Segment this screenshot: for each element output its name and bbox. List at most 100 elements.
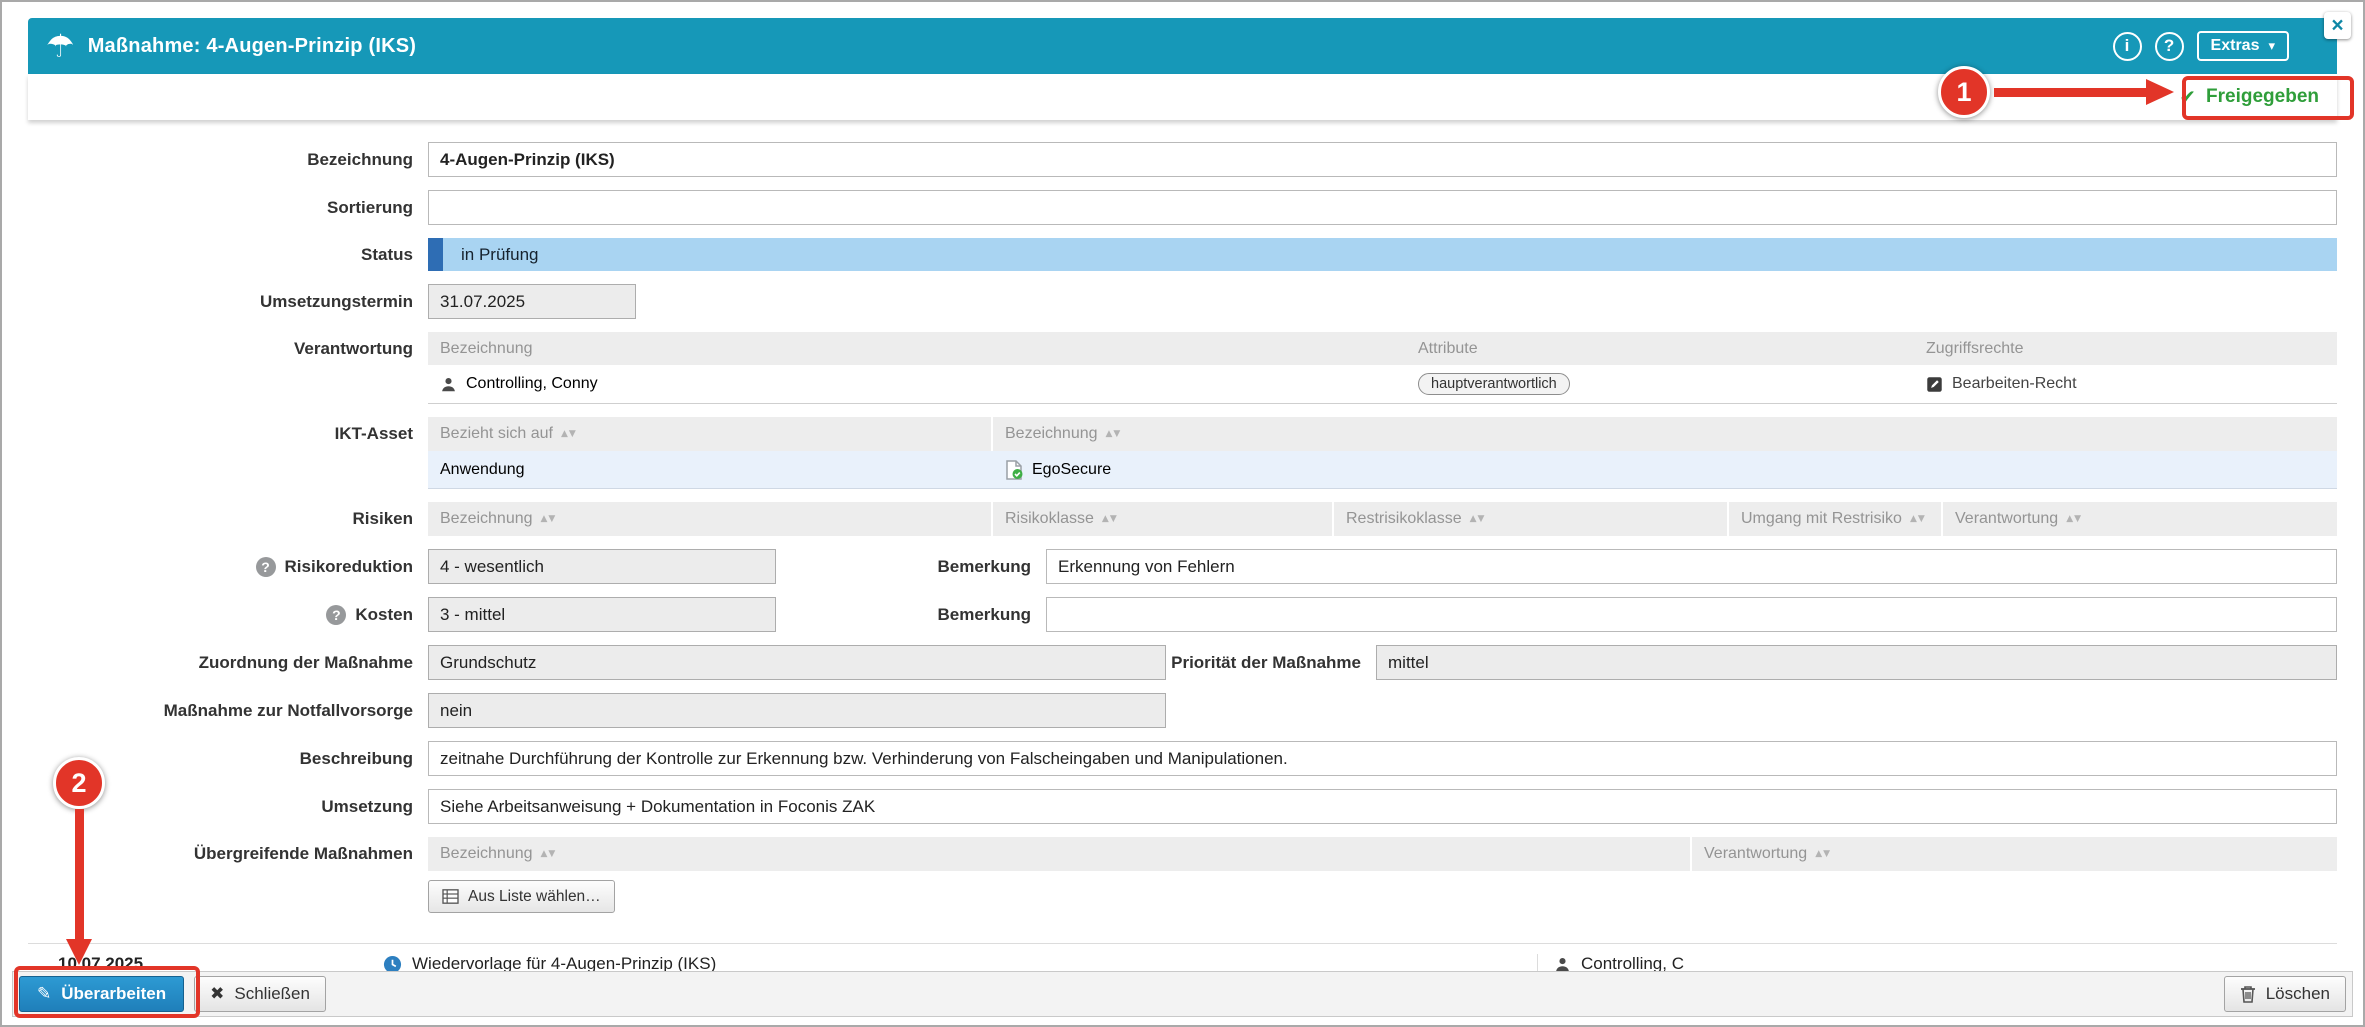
person-icon: [1554, 956, 1571, 973]
pencil-icon: ✎: [37, 984, 51, 1004]
kosten-label: Kosten: [355, 605, 413, 625]
column-header-label: Attribute: [1418, 340, 1478, 358]
risikoreduktion-bemerkung-label: Bemerkung: [776, 557, 1046, 577]
status-badge: ✔ Freigegeben: [2179, 85, 2319, 109]
column-header-bezeichnung[interactable]: Bezeichnung: [428, 332, 1406, 365]
kosten-help-icon[interactable]: ?: [326, 605, 346, 625]
sort-icon: ▲▼: [1815, 849, 1831, 859]
ikt-asset-label: IKT-Asset: [28, 417, 428, 444]
column-header-label: Restrisikoklasse: [1346, 510, 1462, 528]
sortierung-label: Sortierung: [28, 198, 428, 218]
umsetzung-field[interactable]: Siehe Arbeitsanweisung + Dokumentation i…: [428, 789, 2337, 824]
choose-from-list-label: Aus Liste wählen…: [468, 888, 601, 906]
ikt-asset-row[interactable]: Anwendung EgoSecure: [428, 451, 2337, 489]
form-row-umsetzung: Umsetzung Siehe Arbeitsanweisung + Dokum…: [28, 789, 2337, 824]
column-header-label: Bezeichnung: [440, 340, 533, 358]
umsetzungstermin-field[interactable]: 31.07.2025: [428, 284, 636, 319]
list-icon: [442, 889, 459, 904]
form-row-risikoreduktion: ? Risikoreduktion 4 - wesentlich Bemerku…: [28, 549, 2337, 584]
attribute-cell: hauptverantwortlich: [1406, 373, 1914, 395]
bezeichnung-field[interactable]: 4-Augen-Prinzip (IKS): [428, 142, 2337, 177]
status-field[interactable]: in Prüfung: [428, 238, 2337, 271]
dialog-title: Maßnahme: 4-Augen-Prinzip (IKS): [88, 35, 416, 58]
responsible-person-name: Controlling, Conny: [466, 375, 598, 393]
access-right-label: Bearbeiten-Recht: [1952, 375, 2077, 393]
notfallvorsorge-label: Maßnahme zur Notfallvorsorge: [28, 701, 428, 721]
form-row-bezeichnung: Bezeichnung 4-Augen-Prinzip (IKS): [28, 142, 2337, 177]
ikt-asset-name: EgoSecure: [1032, 461, 1111, 479]
schliessen-button[interactable]: ✖ Schließen: [194, 976, 326, 1012]
kosten-label-wrap: ? Kosten: [28, 605, 428, 625]
extras-label: Extras: [2211, 37, 2260, 55]
help-button[interactable]: ?: [2155, 32, 2184, 61]
column-header-bezieht-sich-auf[interactable]: Bezieht sich auf ▲▼: [428, 417, 993, 451]
ueberarbeiten-label: Überarbeiten: [61, 984, 166, 1004]
titlebar-actions: i ? Extras ▾: [2113, 31, 2289, 61]
sort-icon: ▲▼: [561, 429, 577, 439]
risikoreduktion-help-icon[interactable]: ?: [256, 557, 276, 577]
extras-button[interactable]: Extras ▾: [2197, 31, 2289, 61]
uebergreifend-label: Übergreifende Maßnahmen: [28, 837, 428, 864]
info-icon: i: [2125, 36, 2130, 56]
column-header-risiko-bezeichnung[interactable]: Bezeichnung▲▼: [428, 502, 993, 536]
ueberarbeiten-button[interactable]: ✎ Überarbeiten: [19, 976, 184, 1012]
prioritaet-label: Priorität der Maßnahme: [1166, 653, 1376, 673]
info-button[interactable]: i: [2113, 32, 2142, 61]
column-header-ueb-bezeichnung[interactable]: Bezeichnung▲▼: [428, 837, 1692, 871]
umsetzung-label: Umsetzung: [28, 797, 428, 817]
notfallvorsorge-field[interactable]: nein: [428, 693, 1166, 728]
sort-icon: ▲▼: [2066, 514, 2082, 524]
sort-icon: ▲▼: [1102, 514, 1118, 524]
risiken-label: Risiken: [28, 502, 428, 529]
column-header-label: Bezieht sich auf: [440, 425, 553, 443]
choose-from-list-button[interactable]: Aus Liste wählen…: [428, 880, 615, 913]
kosten-bemerkung-label: Bemerkung: [776, 605, 1046, 625]
verantwortung-row[interactable]: Controlling, Conny hauptverantwortlich B…: [428, 365, 2337, 404]
zuordnung-field[interactable]: Grundschutz: [428, 645, 1166, 680]
form-row-notfallvorsorge: Maßnahme zur Notfallvorsorge nein: [28, 693, 2337, 728]
risikoreduktion-bemerkung-field[interactable]: Erkennung von Fehlern: [1046, 549, 2337, 584]
column-header-zugriffsrechte[interactable]: Zugriffsrechte: [1914, 332, 2337, 365]
form-row-zuordnung: Zuordnung der Maßnahme Grundschutz Prior…: [28, 645, 2337, 680]
risikoreduktion-field[interactable]: 4 - wesentlich: [428, 549, 776, 584]
form-row-ikt-asset: IKT-Asset Bezieht sich auf ▲▼ Bezeichnun…: [28, 417, 2337, 489]
column-header-attribute[interactable]: Attribute: [1406, 332, 1914, 365]
column-header-ikt-bezeichnung[interactable]: Bezeichnung ▲▼: [993, 417, 2337, 451]
column-header-label: Bezeichnung: [1005, 425, 1098, 443]
kosten-bemerkung-field[interactable]: [1046, 597, 2337, 632]
dialog-footer: ✎ Überarbeiten ✖ Schließen Löschen: [12, 971, 2353, 1017]
form-row-uebergreifend: Übergreifende Maßnahmen Bezeichnung▲▼ Ve…: [28, 837, 2337, 913]
zuordnung-label: Zuordnung der Maßnahme: [28, 653, 428, 673]
column-header-risiko-verantwortung[interactable]: Verantwortung▲▼: [1943, 502, 2337, 536]
loeschen-button[interactable]: Löschen: [2224, 976, 2346, 1012]
form-row-beschreibung: Beschreibung zeitnahe Durchführung der K…: [28, 741, 2337, 776]
prioritaet-field[interactable]: mittel: [1376, 645, 2337, 680]
form-row-verantwortung: Verantwortung Bezeichnung Attribute Zugr…: [28, 332, 2337, 404]
column-header-restrisikoklasse[interactable]: Restrisikoklasse ▲▼: [1334, 502, 1729, 536]
form-row-status: Status in Prüfung: [28, 238, 2337, 271]
check-icon: ✔: [2179, 85, 2196, 109]
sortierung-field[interactable]: [428, 190, 2337, 225]
status-badge-label: Freigegeben: [2206, 86, 2319, 108]
ikt-type-cell: Anwendung: [428, 461, 993, 479]
status-value: in Prüfung: [443, 238, 2337, 271]
kosten-field[interactable]: 3 - mittel: [428, 597, 776, 632]
risikoreduktion-label: Risikoreduktion: [285, 557, 413, 577]
verantwortung-label: Verantwortung: [28, 332, 428, 359]
column-header-umgang-restrisiko[interactable]: Umgang mit Restrisiko▲▼: [1729, 502, 1943, 536]
person-icon: [440, 376, 457, 393]
window-close-button[interactable]: ×: [2324, 12, 2351, 39]
column-header-ueb-verantwortung[interactable]: Verantwortung▲▼: [1692, 837, 2337, 871]
edit-right-icon: [1926, 376, 1943, 393]
attribute-badge: hauptverantwortlich: [1418, 373, 1570, 395]
umsetzungstermin-label: Umsetzungstermin: [28, 292, 428, 312]
sort-icon: ▲▼: [1470, 514, 1486, 524]
close-icon: ×: [2331, 14, 2343, 38]
verantwortung-table-header: Bezeichnung Attribute Zugriffsrechte: [428, 332, 2337, 365]
column-header-risikoklasse[interactable]: Risikoklasse▲▼: [993, 502, 1334, 536]
dialog-titlebar: ☂ Maßnahme: 4-Augen-Prinzip (IKS) i ? Ex…: [28, 18, 2337, 74]
responsible-person-cell: Controlling, Conny: [428, 375, 1406, 393]
beschreibung-field[interactable]: zeitnahe Durchführung der Kontrolle zur …: [428, 741, 2337, 776]
column-header-label: Zugriffsrechte: [1926, 340, 2024, 358]
workflow-status-bar: ✔ Freigegeben: [28, 74, 2337, 120]
